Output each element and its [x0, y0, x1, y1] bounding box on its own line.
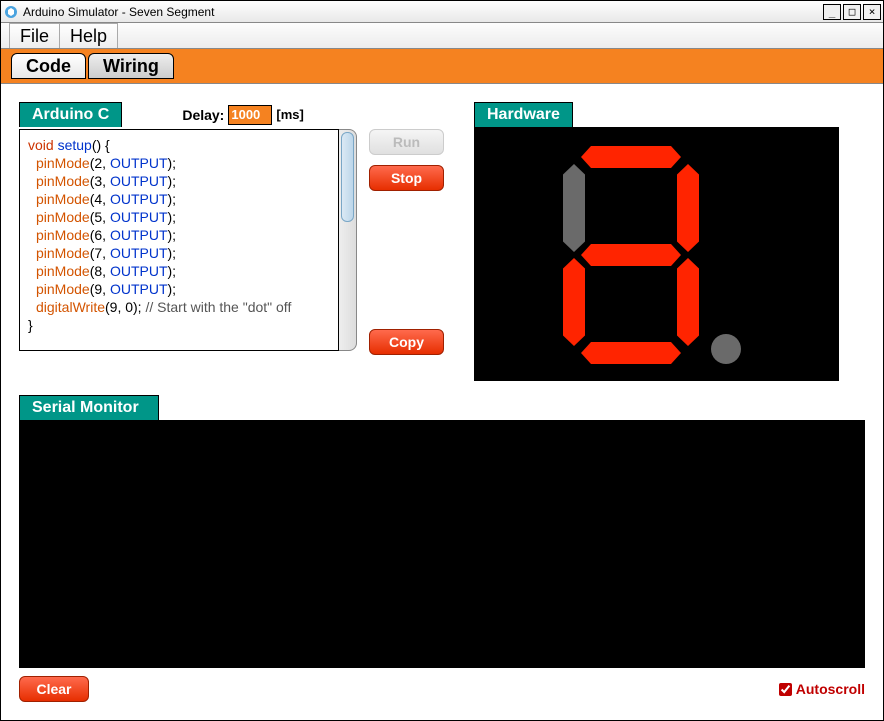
- menubar: File Help: [1, 23, 883, 49]
- copy-button[interactable]: Copy: [369, 329, 444, 355]
- minimize-button[interactable]: _: [823, 4, 841, 20]
- content-area: Arduino C Delay: [ms] void setup() {pinM…: [1, 84, 883, 720]
- menu-file[interactable]: File: [9, 23, 60, 48]
- segment-e: [563, 258, 585, 346]
- left-column: Arduino C Delay: [ms] void setup() {pinM…: [19, 102, 454, 381]
- run-button: Run: [369, 129, 444, 155]
- segment-c: [677, 258, 699, 346]
- close-button[interactable]: ×: [863, 4, 881, 20]
- serial-monitor[interactable]: [19, 420, 865, 668]
- segment-f: [563, 164, 585, 252]
- app-window: Arduino Simulator - Seven Segment _ □ × …: [0, 0, 884, 721]
- delay-label: Delay:: [182, 107, 224, 123]
- serial-header: Serial Monitor: [19, 395, 159, 420]
- autoscroll-toggle[interactable]: Autoscroll: [779, 681, 865, 697]
- delay-input[interactable]: [228, 105, 272, 125]
- clear-button[interactable]: Clear: [19, 676, 89, 702]
- segment-g: [581, 244, 681, 266]
- segment-b: [677, 164, 699, 252]
- arduino-c-header: Arduino C: [19, 102, 122, 127]
- button-column: Run Stop Copy: [369, 129, 444, 355]
- bottom-row: Clear Autoscroll: [19, 676, 865, 702]
- scroll-thumb[interactable]: [341, 132, 354, 222]
- serial-area: Serial Monitor Clear Autoscroll: [19, 395, 865, 702]
- segment-a: [581, 146, 681, 168]
- code-editor[interactable]: void setup() {pinMode(2, OUTPUT);pinMode…: [19, 129, 339, 351]
- app-icon: [3, 4, 19, 20]
- upper-row: Arduino C Delay: [ms] void setup() {pinM…: [19, 102, 865, 381]
- autoscroll-checkbox[interactable]: [779, 683, 792, 696]
- right-column: Hardware: [474, 102, 865, 381]
- delay-unit: [ms]: [276, 107, 303, 122]
- segment-dp: [711, 334, 741, 364]
- tab-wiring[interactable]: Wiring: [88, 53, 174, 79]
- menu-help[interactable]: Help: [60, 23, 118, 48]
- code-scrollbar[interactable]: [339, 129, 357, 351]
- seven-segment-display: [474, 127, 839, 381]
- window-title: Arduino Simulator - Seven Segment: [23, 5, 821, 19]
- stop-button[interactable]: Stop: [369, 165, 444, 191]
- titlebar: Arduino Simulator - Seven Segment _ □ ×: [1, 1, 883, 23]
- tab-bar: Code Wiring: [1, 49, 883, 84]
- segment-d: [581, 342, 681, 364]
- hardware-header: Hardware: [474, 102, 573, 127]
- maximize-button[interactable]: □: [843, 4, 861, 20]
- tab-code[interactable]: Code: [11, 53, 86, 79]
- autoscroll-label: Autoscroll: [796, 681, 865, 697]
